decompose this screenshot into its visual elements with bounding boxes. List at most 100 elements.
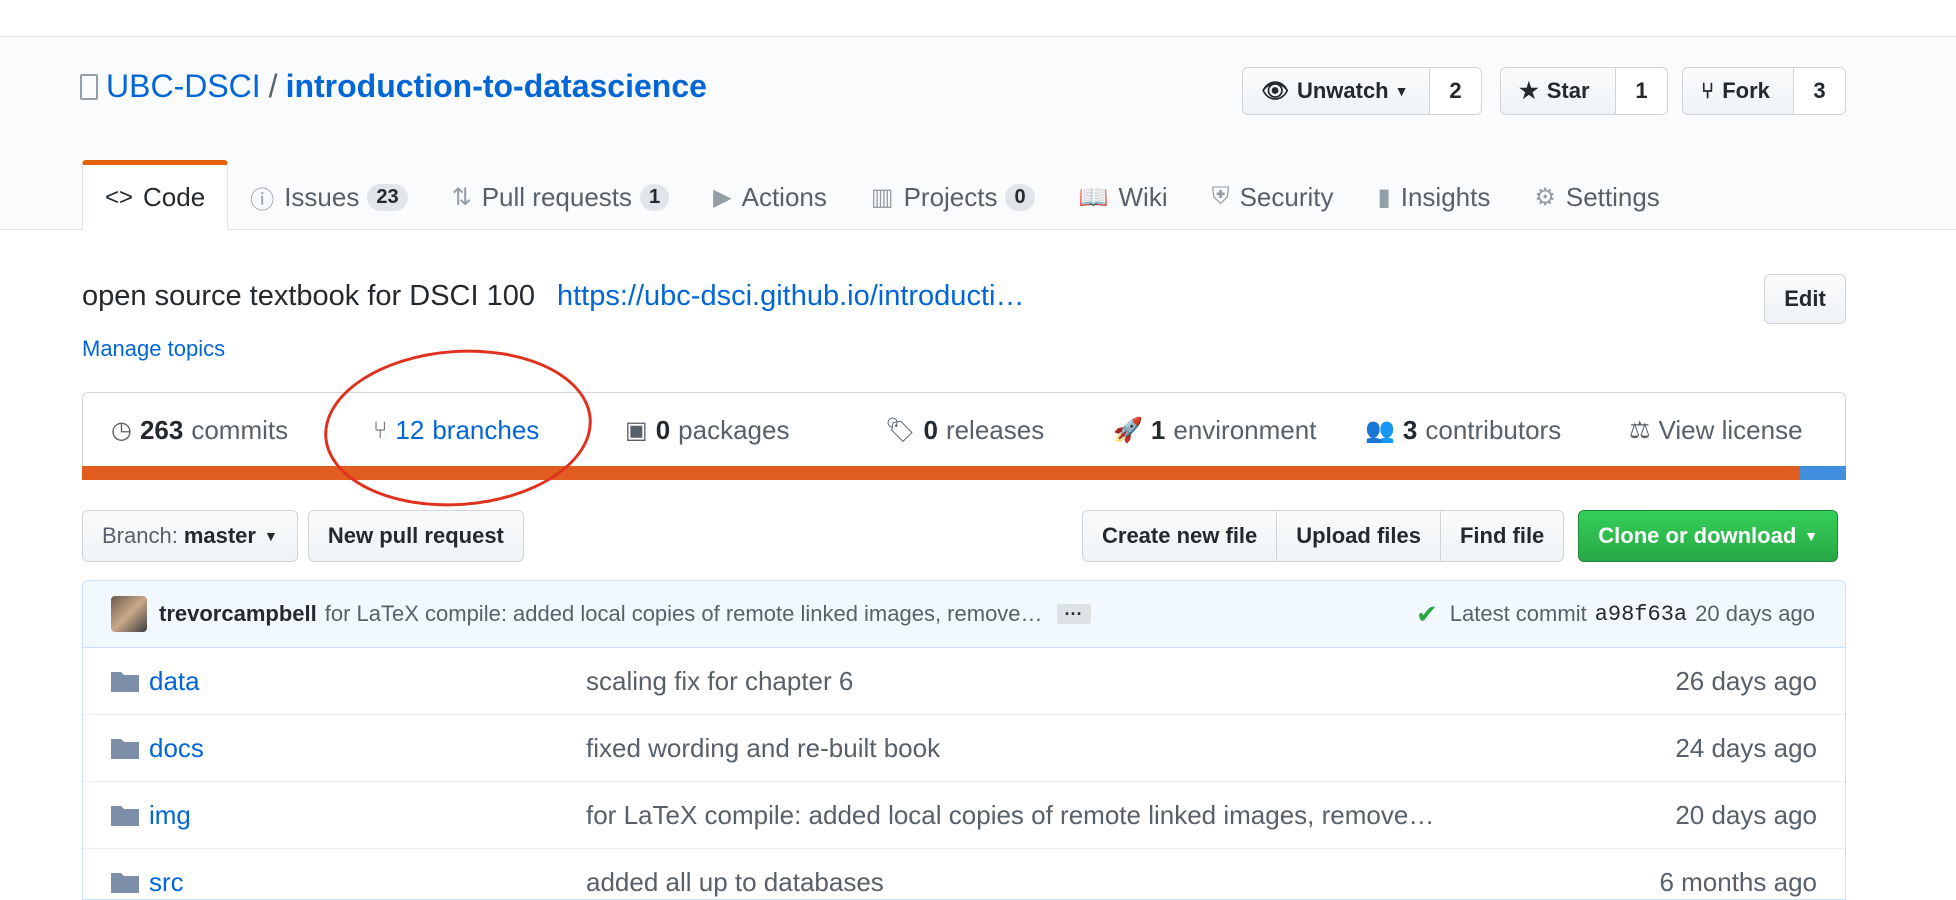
tab-label: Insights <box>1400 181 1491 212</box>
file-commit-message[interactable]: added all up to databases <box>586 867 884 898</box>
law-icon: ⚖ <box>1629 417 1651 444</box>
commits-count: 263 <box>139 415 184 445</box>
issues-count-badge: 23 <box>367 183 408 211</box>
unwatch-button[interactable]: 👁 Unwatch ▼ <box>1242 67 1430 115</box>
project-icon: ▥ <box>870 183 894 211</box>
play-icon: ▶ <box>713 183 732 211</box>
branch-prefix: Branch: <box>102 523 178 548</box>
create-new-file-button[interactable]: Create new file <box>1082 510 1278 562</box>
tab-issues[interactable]: ⓘ Issues 23 <box>228 164 429 230</box>
eye-icon: 👁 <box>1261 78 1289 103</box>
tab-actions[interactable]: ▶ Actions <box>691 164 849 230</box>
homepage-link[interactable]: https://ubc-dsci.github.io/introducti… <box>557 280 1024 313</box>
repo-name-link[interactable]: introduction-to-datascience <box>286 68 707 105</box>
graph-icon: ▮ <box>1377 183 1391 211</box>
folder-icon <box>111 739 139 759</box>
fork-group: ⑂ Fork 3 <box>1682 67 1846 115</box>
tab-label: Settings <box>1565 181 1660 212</box>
code-icon: <> <box>105 183 134 211</box>
tab-insights[interactable]: ▮ Insights <box>1356 164 1513 230</box>
expand-commit-button[interactable]: ··· <box>1056 604 1091 624</box>
latest-commit-info: ✔ Latest commit a98f63a 20 days ago <box>1416 599 1815 630</box>
watchers-count[interactable]: 2 <box>1430 67 1482 115</box>
file-age: 20 days ago <box>1675 799 1817 830</box>
pull-request-icon: ⇅ <box>451 183 472 211</box>
table-row: img for LaTeX compile: added local copie… <box>83 782 1845 849</box>
tab-pull-requests[interactable]: ⇅ Pull requests 1 <box>430 164 692 230</box>
license-link[interactable]: ⚖ View license <box>1629 415 1803 446</box>
forks-count[interactable]: 3 <box>1794 67 1846 115</box>
commit-sha[interactable]: a98f63a <box>1595 602 1687 627</box>
repo-title: UBC-DSCI / introduction-to-datascience <box>80 68 707 105</box>
latest-commit-bar: trevorcampbell for LaTeX compile: added … <box>83 581 1845 648</box>
file-name-link[interactable]: src <box>149 867 184 898</box>
star-group: ★ Star 1 <box>1500 67 1668 115</box>
file-name-link[interactable]: img <box>149 800 191 831</box>
tab-security[interactable]: ⛨ Security <box>1190 164 1356 230</box>
tab-label: Pull requests <box>481 181 633 212</box>
tab-label: Issues <box>284 181 360 212</box>
tab-wiki[interactable]: 📖 Wiki <box>1057 164 1190 230</box>
history-icon: ◷ <box>111 417 132 444</box>
tab-label: Wiki <box>1118 181 1168 212</box>
commits-link[interactable]: ◷ 263 commits <box>111 415 288 446</box>
caret-down-icon: ▼ <box>1394 83 1409 99</box>
upload-files-button[interactable]: Upload files <box>1277 510 1441 562</box>
language-segment-secondary <box>1799 466 1846 480</box>
branch-select-button[interactable]: Branch: master ▼ <box>82 510 298 562</box>
stars-count[interactable]: 1 <box>1616 67 1668 115</box>
language-segment-primary <box>82 466 1799 480</box>
clone-label: Clone or download <box>1598 523 1797 548</box>
file-name-link[interactable]: data <box>149 666 200 697</box>
tab-projects[interactable]: ▥ Projects 0 <box>849 164 1057 230</box>
branches-label: branches <box>432 415 540 445</box>
language-bar[interactable] <box>82 466 1846 480</box>
check-icon: ✔ <box>1415 598 1438 629</box>
environment-label: environment <box>1173 415 1317 445</box>
branch-toolbar-left: Branch: master ▼ New pull request <box>82 510 524 562</box>
folder-icon <box>111 873 139 893</box>
tab-code[interactable]: <> Code <box>82 160 229 230</box>
contributors-link[interactable]: 👥 3 contributors <box>1365 415 1561 446</box>
package-icon: ▣ <box>625 417 648 444</box>
table-row: data scaling fix for chapter 6 26 days a… <box>83 648 1845 715</box>
fork-button[interactable]: ⑂ Fork <box>1682 67 1794 115</box>
releases-label: releases <box>945 415 1045 445</box>
file-age: 26 days ago <box>1675 665 1817 696</box>
folder-icon <box>111 672 139 692</box>
branch-name: master <box>183 523 256 548</box>
projects-count-badge: 0 <box>1005 183 1035 211</box>
branches-link[interactable]: ⑂ 12 branches <box>373 415 539 446</box>
edit-button[interactable]: Edit <box>1764 274 1846 324</box>
file-commit-message[interactable]: fixed wording and re-built book <box>586 733 940 764</box>
tab-label: Projects <box>903 181 998 212</box>
tab-label: Security <box>1239 181 1334 212</box>
avatar[interactable] <box>111 596 147 632</box>
star-label: Star <box>1546 78 1590 103</box>
star-button[interactable]: ★ Star <box>1500 67 1616 115</box>
tag-icon: 🏷 <box>885 417 916 444</box>
clone-download-button[interactable]: Clone or download ▼ <box>1578 510 1839 562</box>
file-name-link[interactable]: docs <box>149 733 204 764</box>
find-file-button[interactable]: Find file <box>1440 510 1565 562</box>
repo-owner-link[interactable]: UBC-DSCI <box>106 68 261 105</box>
rocket-icon: 🚀 <box>1113 417 1143 444</box>
new-pull-request-button[interactable]: New pull request <box>307 510 524 562</box>
environment-link[interactable]: 🚀 1 environment <box>1113 415 1316 446</box>
manage-topics-link[interactable]: Manage topics <box>82 336 225 362</box>
issue-icon: ⓘ <box>250 186 275 214</box>
commit-author[interactable]: trevorcampbell <box>159 601 317 627</box>
contributors-label: contributors <box>1425 415 1562 445</box>
top-strip <box>0 0 1956 37</box>
file-commit-message[interactable]: for LaTeX compile: added local copies of… <box>586 800 1434 831</box>
packages-link[interactable]: ▣ 0 packages <box>625 415 789 446</box>
file-commit-message[interactable]: scaling fix for chapter 6 <box>586 666 853 697</box>
tab-settings[interactable]: ⚙ Settings <box>1512 164 1681 230</box>
license-label: View license <box>1658 415 1803 445</box>
table-row: src added all up to databases 6 months a… <box>83 849 1845 899</box>
star-icon: ★ <box>1519 78 1539 103</box>
environment-count: 1 <box>1150 415 1166 445</box>
releases-link[interactable]: 🏷 0 releases <box>885 415 1044 446</box>
commits-label: commits <box>191 415 289 445</box>
commit-message[interactable]: for LaTeX compile: added local copies of… <box>325 601 1043 627</box>
